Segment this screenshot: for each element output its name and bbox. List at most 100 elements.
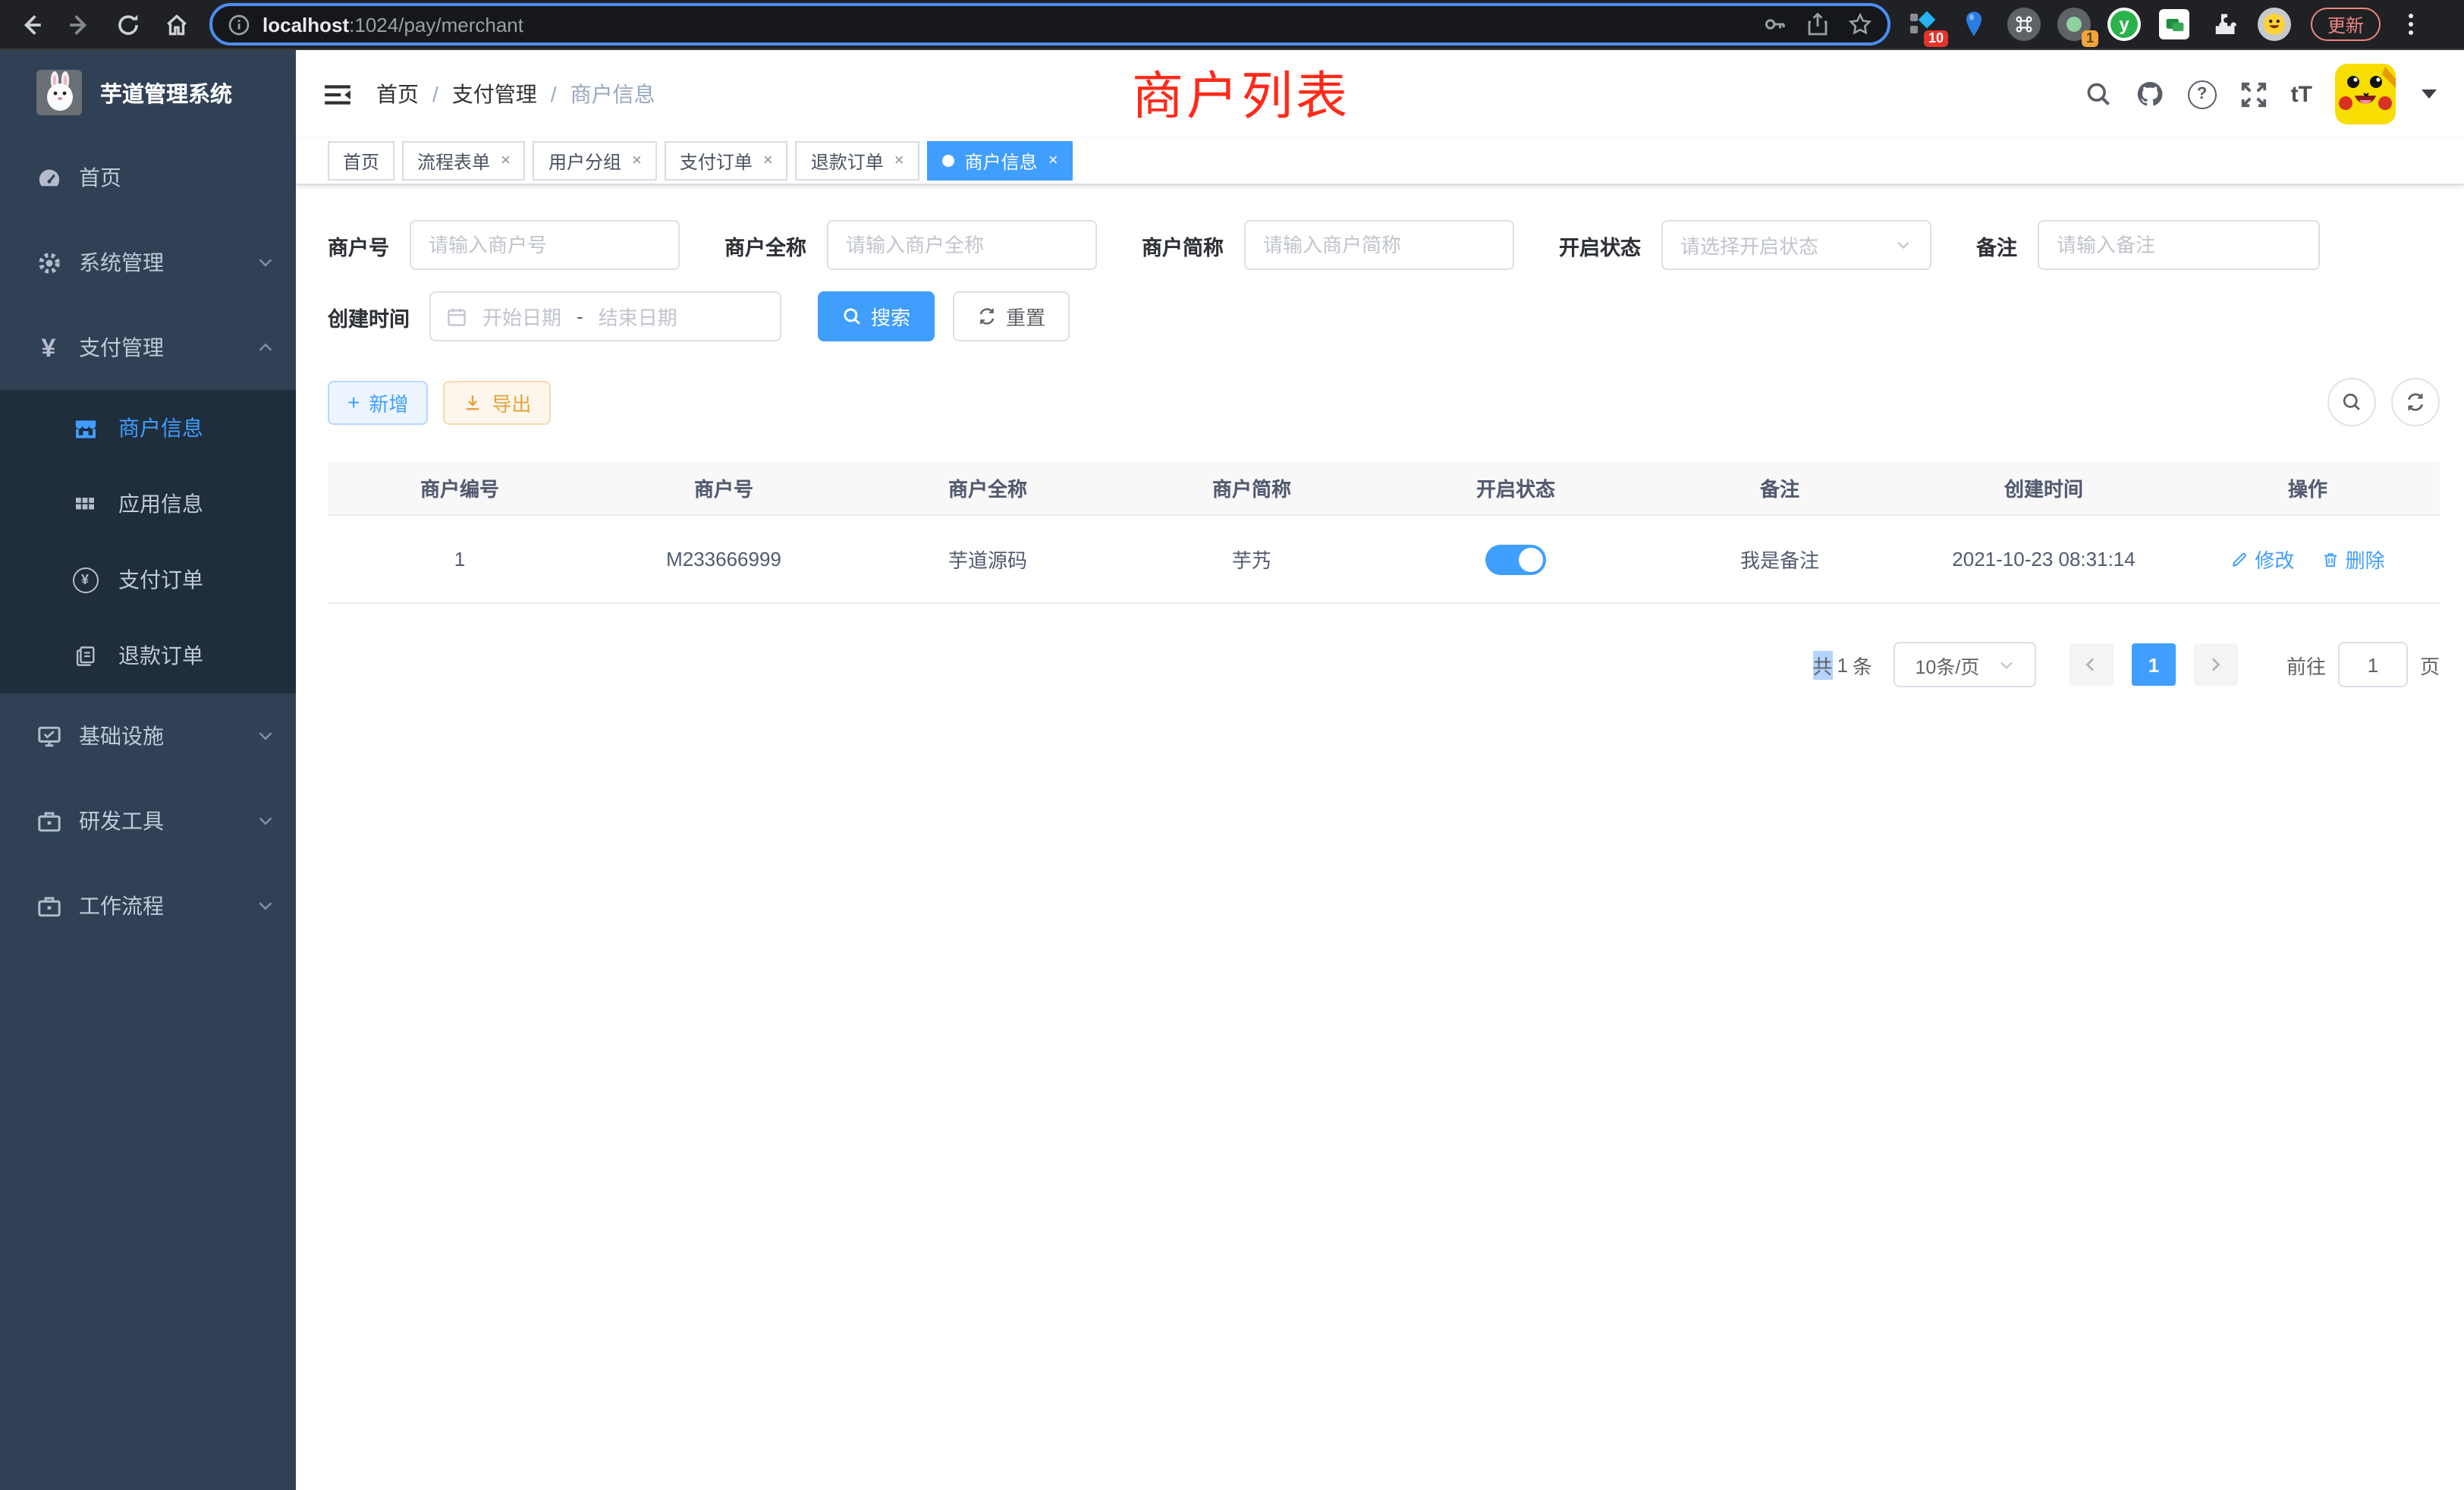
search-icon[interactable] [2085,80,2112,108]
close-icon[interactable]: × [763,152,773,170]
export-button[interactable]: 导出 [443,380,551,424]
reset-button[interactable]: 重置 [953,291,1070,341]
tab-user-group[interactable]: 用户分组× [533,141,657,181]
extension-y-icon[interactable]: y [2106,6,2142,42]
breadcrumb: 首页 / 支付管理 / 商户信息 [376,79,655,109]
main-area: 首页 / 支付管理 / 商户信息 ? tT [296,50,2464,1490]
filter-row-2: 创建时间 开始日期 - 结束日期 搜索 重置 [328,291,2440,341]
chevron-down-icon [256,727,275,745]
sidebar-item-merchant-info[interactable]: 商户信息 [0,390,296,466]
sidebar-item-devtools[interactable]: 研发工具 [0,778,296,863]
close-icon[interactable]: × [1048,152,1058,170]
cell-remark: 我是备注 [1648,515,1912,603]
extension-profile-icon[interactable]: 1 [2056,6,2092,42]
sidebar-collapse-icon[interactable] [323,81,352,107]
monitor-icon [30,723,67,749]
extension-chat-icon[interactable] [2156,6,2192,42]
page-size-select[interactable]: 10条/页 [1894,642,2036,687]
browser-forward-icon[interactable] [61,6,97,42]
tab-home[interactable]: 首页 [328,141,394,181]
next-page-button[interactable] [2194,643,2238,686]
sidebar-item-app-info[interactable]: 应用信息 [0,466,296,542]
font-size-icon[interactable]: tT [2291,81,2312,107]
add-button[interactable]: + 新增 [328,380,428,424]
page-content: 商户号 商户全称 商户简称 开启状态 请选择开启状态 [296,185,2464,687]
goto-label: 前往 [2286,650,2326,679]
browser-update-button[interactable]: 更新 [2311,8,2381,41]
avatar-caret-icon[interactable] [2422,90,2437,99]
refresh-icon [977,306,997,326]
browser-home-icon[interactable] [158,6,194,42]
briefcase-icon [30,808,67,834]
sidebar-item-system[interactable]: 系统管理 [0,220,296,305]
browser-toolbar: localhost:1024/pay/merchant 10 [0,0,2464,50]
edit-link[interactable]: 修改 [2230,545,2294,574]
github-icon[interactable] [2135,79,2165,109]
breadcrumb-pay[interactable]: 支付管理 [452,79,537,109]
close-icon[interactable]: × [894,152,904,170]
page-unit-label: 页 [2420,650,2440,679]
tab-process-form[interactable]: 流程表单× [402,141,526,181]
full-name-input[interactable] [826,220,1096,270]
site-info-icon[interactable] [228,13,250,36]
remark-input[interactable] [2037,220,2319,270]
trash-icon [2321,550,2340,568]
create-time-label: 创建时间 [328,301,410,332]
bookmark-star-icon[interactable] [1848,12,1872,36]
col-merchant-id: 商户编号 [328,461,592,515]
close-icon[interactable]: × [632,152,642,170]
tab-refund-order[interactable]: 退款订单× [796,141,919,181]
col-full-name: 商户全称 [856,461,1120,515]
cell-full-name: 芋道源码 [856,515,1120,603]
browser-back-icon[interactable] [12,6,49,42]
tab-merchant-info[interactable]: 商户信息× [927,141,1073,181]
extension-diamond-icon[interactable]: 10 [1906,6,1942,42]
close-icon[interactable]: × [501,152,511,170]
refresh-table-button[interactable] [2391,378,2440,426]
browser-menu-dots-icon[interactable] [2393,6,2429,42]
status-label: 开启状态 [1559,230,1641,260]
goto-page-input[interactable] [2338,642,2408,687]
status-select[interactable]: 请选择开启状态 [1661,220,1931,270]
sidebar-item-refund-order[interactable]: 退款订单 [0,618,296,693]
extensions-puzzle-icon[interactable] [2206,6,2242,42]
extension-command-icon[interactable] [2006,6,2042,42]
breadcrumb-home[interactable]: 首页 [376,79,419,109]
merchant-table: 商户编号 商户号 商户全称 商户简称 开启状态 备注 创建时间 操作 1 M23… [328,461,2440,604]
search-button[interactable]: 搜索 [818,291,935,341]
sidebar-item-home[interactable]: 首页 [0,135,296,220]
chevron-up-icon [256,338,275,357]
sidebar-item-label: 首页 [79,162,275,193]
status-toggle[interactable] [1485,544,1546,574]
create-time-range-picker[interactable]: 开始日期 - 结束日期 [429,291,781,341]
help-icon[interactable]: ? [2188,80,2217,108]
chevron-down-icon [256,812,275,830]
end-date-placeholder: 结束日期 [599,302,677,331]
sidebar-item-workflow[interactable]: 工作流程 [0,863,296,948]
pay-submenu: 商户信息 应用信息 ¥ 支付订单 退款订单 [0,390,296,693]
sidebar-item-label: 基础设施 [79,721,256,751]
password-key-icon[interactable] [1763,12,1787,36]
short-name-input[interactable] [1243,220,1513,270]
document-icon [67,644,103,667]
sidebar-item-label: 应用信息 [118,489,203,519]
sidebar-item-infra[interactable]: 基础设施 [0,693,296,778]
fullscreen-icon[interactable] [2239,80,2268,108]
delete-link[interactable]: 删除 [2321,545,2385,574]
address-bar[interactable]: localhost:1024/pay/merchant [209,3,1890,46]
sidebar-item-pay[interactable]: ¥ 支付管理 [0,305,296,390]
user-avatar[interactable] [2335,64,2396,124]
app-logo-row[interactable]: 芋道管理系统 [0,50,296,135]
share-icon[interactable] [1806,12,1830,36]
sidebar-item-pay-order[interactable]: ¥ 支付订单 [0,542,296,618]
prev-page-button[interactable] [2070,643,2114,686]
active-dot [942,155,954,167]
chevron-down-icon [1894,237,1911,253]
tab-pay-order[interactable]: 支付订单× [665,141,788,181]
merchant-no-input[interactable] [409,220,679,270]
toggle-search-button[interactable] [2327,378,2376,426]
current-page[interactable]: 1 [2132,643,2176,686]
browser-reload-icon[interactable] [109,6,146,42]
extension-balloon-icon[interactable] [1956,6,1992,42]
browser-profile-avatar[interactable] [2256,6,2293,42]
